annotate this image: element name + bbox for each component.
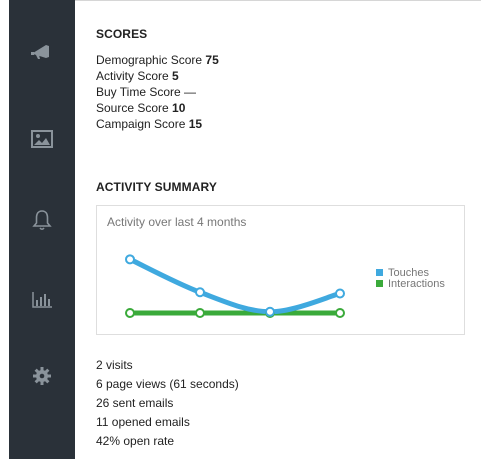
activity-chart-panel: Activity over last 4 months Touches Inter… [96, 205, 465, 335]
score-label: Source Score [96, 101, 169, 115]
stat-sent-emails: 26 sent emails [96, 396, 174, 410]
score-demographic: Demographic Score 75 [96, 53, 219, 67]
data-point-touches[interactable] [335, 288, 345, 299]
stat-opened-emails: 11 opened emails [96, 415, 190, 429]
nav-settings[interactable] [9, 356, 75, 396]
data-point-touches[interactable] [195, 287, 205, 298]
gear-icon [33, 367, 51, 385]
nav-media[interactable] [9, 119, 75, 159]
legend-swatch-interactions [376, 280, 383, 287]
bar-chart-icon [32, 292, 52, 308]
megaphone-icon [31, 45, 49, 59]
data-point-touches[interactable] [265, 306, 275, 317]
score-label: Campaign Score [96, 117, 186, 131]
stat-page-views: 6 page views (61 seconds) [96, 377, 239, 391]
scores-heading: SCORES [96, 27, 148, 41]
activity-summary-heading: ACTIVITY SUMMARY [96, 180, 217, 194]
score-activity: Activity Score 5 [96, 69, 179, 83]
score-buy-time: Buy Time Score — [96, 85, 196, 99]
score-source: Source Score 10 [96, 101, 185, 115]
legend-swatch-touches [376, 269, 383, 276]
score-campaign: Campaign Score 15 [96, 117, 202, 131]
stat-open-rate: 42% open rate [96, 434, 175, 448]
nav-campaigns[interactable] [9, 31, 75, 71]
image-icon [31, 130, 53, 148]
score-value: 15 [188, 117, 203, 131]
data-point-interactions[interactable] [125, 308, 135, 318]
score-label: Buy Time Score [96, 85, 181, 99]
sidebar [9, 0, 75, 459]
data-point-touches[interactable] [125, 254, 135, 265]
score-value: 5 [172, 69, 179, 83]
score-label: Activity Score [96, 69, 169, 83]
score-label: Demographic Score [96, 53, 203, 67]
score-value: 75 [205, 53, 219, 67]
nav-notifications[interactable] [9, 200, 75, 240]
nav-reports[interactable] [9, 280, 75, 320]
bell-icon [32, 210, 52, 231]
stat-visits: 2 visits [96, 358, 133, 372]
data-point-interactions[interactable] [335, 308, 345, 318]
top-divider [74, 0, 481, 1]
activity-line-chart: TouchesInteractions [125, 254, 445, 318]
score-value: — [184, 85, 197, 99]
data-point-interactions[interactable] [195, 308, 205, 318]
series-line-touches [127, 256, 343, 315]
legend-label-interactions: Interactions [388, 278, 445, 290]
score-value: 10 [172, 101, 186, 115]
